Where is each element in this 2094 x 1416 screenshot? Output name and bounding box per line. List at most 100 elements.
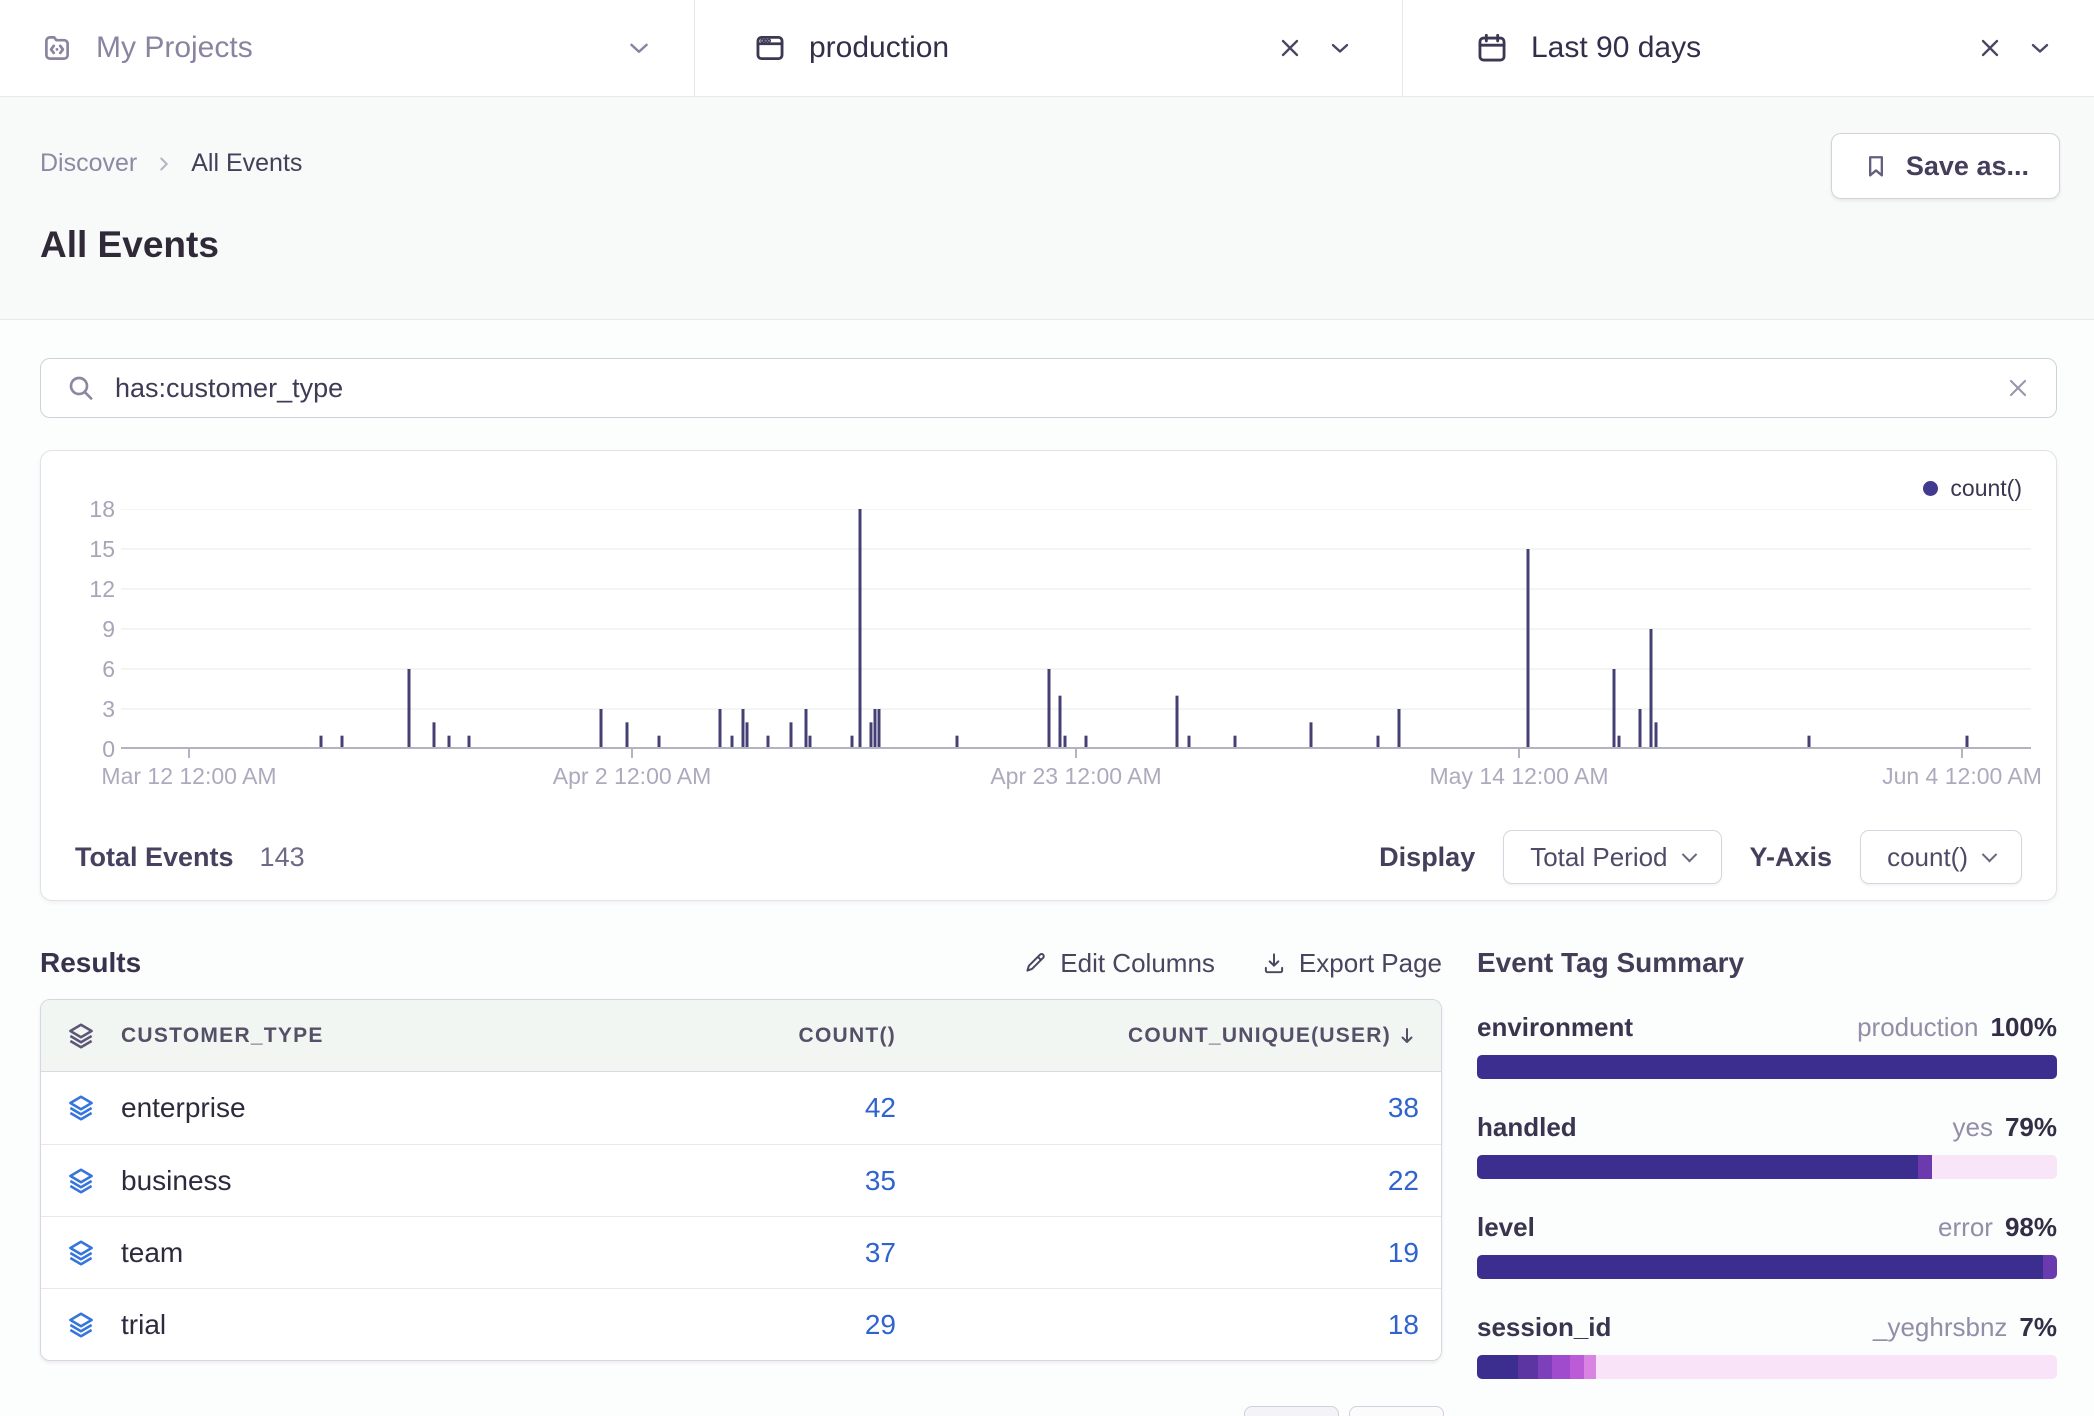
layers-icon <box>41 1310 121 1340</box>
tag-bar-segment[interactable] <box>1477 1355 1518 1379</box>
tag-bar-segment[interactable] <box>1570 1355 1585 1379</box>
window-icon <box>753 31 787 65</box>
tag-bar-segment[interactable] <box>1477 1155 1918 1179</box>
tag-bar-segment[interactable] <box>1538 1355 1553 1379</box>
y-axis-tick-label: 0 <box>63 736 115 762</box>
column-header-count[interactable]: COUNT() <box>556 1024 896 1048</box>
chevron-down-icon <box>1681 846 1697 862</box>
tag-bar-segment[interactable] <box>1477 1255 2043 1279</box>
tag-block-session_id: session_id _yeghrsbnz 7% <box>1477 1312 2057 1379</box>
tag-top-value: ido-react-hardware <box>1775 1412 1993 1416</box>
tag-top-value: error <box>1938 1212 1993 1243</box>
breadcrumb-current: All Events <box>191 149 302 178</box>
tag-percentage: 61% <box>2005 1412 2057 1416</box>
page-header: Discover All Events All Events Save as..… <box>0 97 2094 320</box>
x-axis-tick-label: Mar 12 12:00 AM <box>101 763 276 790</box>
edit-columns-button[interactable]: Edit Columns <box>1022 948 1215 979</box>
tag-top-value: _yeghrsbnz <box>1873 1312 2007 1343</box>
column-header-count-unique-label: COUNT_UNIQUE(USER) <box>1128 1024 1391 1048</box>
tag-percentage: 7% <box>2019 1312 2057 1343</box>
tag-bar-segment[interactable] <box>1477 1055 2057 1079</box>
table-row: business3522 <box>41 1144 1441 1216</box>
x-axis-tick-label: Jun 4 12:00 AM <box>1882 763 2042 790</box>
table-row: enterprise4238 <box>41 1072 1441 1144</box>
total-events-label: Total Events <box>75 842 234 873</box>
tag-bar-segment[interactable] <box>1584 1355 1596 1379</box>
tag-block-level: level error 98% <box>1477 1212 2057 1279</box>
breadcrumb-discover[interactable]: Discover <box>40 149 137 178</box>
cell-customer-type: trial <box>121 1309 556 1341</box>
layers-icon <box>41 1238 121 1268</box>
tag-block-environment: environmentproduction100% <box>1477 1012 2057 1079</box>
project-selector-label: My Projects <box>96 31 253 65</box>
cell-count[interactable]: 37 <box>556 1237 896 1269</box>
export-page-label: Export Page <box>1299 948 1442 979</box>
tag-bar-segment[interactable] <box>1918 1155 1933 1179</box>
search-bar <box>40 358 2057 418</box>
layers-icon <box>41 1021 121 1051</box>
tag-percentage: 100% <box>1991 1012 2058 1043</box>
search-input[interactable] <box>115 373 2004 404</box>
tag-percentage: 98% <box>2005 1212 2057 1243</box>
tag-bar-segment[interactable] <box>1596 1355 2057 1379</box>
y-axis-tick-label: 9 <box>63 616 115 642</box>
table-header-row: CUSTOMER_TYPE COUNT() COUNT_UNIQUE(USER) <box>41 1000 1441 1072</box>
date-range-selector[interactable]: Last 90 days <box>1402 0 2094 96</box>
cell-count-unique[interactable]: 22 <box>896 1165 1441 1197</box>
cell-count[interactable]: 35 <box>556 1165 896 1197</box>
save-as-button[interactable]: Save as... <box>1831 133 2060 199</box>
results-table: CUSTOMER_TYPE COUNT() COUNT_UNIQUE(USER)… <box>40 999 1442 1361</box>
export-page-button[interactable]: Export Page <box>1261 948 1442 979</box>
layers-icon <box>41 1166 121 1196</box>
y-axis-tick-label: 3 <box>63 696 115 722</box>
calendar-icon <box>1475 31 1509 65</box>
events-chart-panel: count() 0369121518 Mar 12 12:00 AMApr 2 … <box>40 450 2057 901</box>
tag-distribution-bar <box>1477 1055 2057 1079</box>
y-axis-dropdown[interactable]: count() <box>1860 830 2022 884</box>
cell-count-unique[interactable]: 38 <box>896 1092 1441 1124</box>
date-range-label: Last 90 days <box>1531 31 1701 65</box>
top-filter-bar: My Projects production <box>0 0 2094 97</box>
tag-distribution-bar <box>1477 1355 2057 1379</box>
environment-selector[interactable]: production <box>694 0 1402 96</box>
search-clear-icon[interactable] <box>2004 374 2032 402</box>
tag-name: session_id <box>1477 1312 1611 1343</box>
tag-summary-title: Event Tag Summary <box>1477 947 2057 979</box>
previous-page-button[interactable]: ‹ <box>1244 1406 1339 1416</box>
tag-name: project <box>1477 1412 1564 1416</box>
y-axis-tick-label: 12 <box>63 576 115 602</box>
table-row: trial2918 <box>41 1288 1441 1360</box>
cell-count[interactable]: 29 <box>556 1309 896 1341</box>
next-page-button[interactable]: › <box>1349 1406 1444 1416</box>
clear-date-icon[interactable] <box>1976 34 2004 62</box>
edit-columns-label: Edit Columns <box>1060 948 1215 979</box>
tag-name: level <box>1477 1212 1535 1243</box>
display-dropdown[interactable]: Total Period <box>1503 830 1721 884</box>
pagination: ‹ › <box>1244 1406 1444 1416</box>
y-axis-label: Y-Axis <box>1750 842 1833 873</box>
chart-plot-area[interactable] <box>121 509 2031 759</box>
display-label: Display <box>1379 842 1475 873</box>
x-axis-tick-label: Apr 23 12:00 AM <box>990 763 1161 790</box>
event-tag-summary: Event Tag Summary environmentproduction1… <box>1477 947 2057 1416</box>
tag-name: handled <box>1477 1112 1577 1143</box>
tag-distribution-bar <box>1477 1255 2057 1279</box>
cell-count-unique[interactable]: 18 <box>896 1309 1441 1341</box>
chart-legend[interactable]: count() <box>1923 475 2022 502</box>
chevron-down-icon[interactable] <box>1326 34 1354 62</box>
project-selector[interactable]: My Projects <box>0 0 694 96</box>
cell-count-unique[interactable]: 19 <box>896 1237 1441 1269</box>
tag-bar-segment[interactable] <box>2043 1255 2058 1279</box>
tag-percentage: 79% <box>2005 1112 2057 1143</box>
cell-count[interactable]: 42 <box>556 1092 896 1124</box>
breadcrumb-separator-icon <box>153 153 175 175</box>
tag-bar-segment[interactable] <box>1932 1155 2057 1179</box>
chevron-down-icon[interactable] <box>624 33 654 63</box>
clear-environment-icon[interactable] <box>1276 34 1304 62</box>
chevron-down-icon[interactable] <box>2026 34 2054 62</box>
column-header-customer-type[interactable]: CUSTOMER_TYPE <box>121 1024 556 1048</box>
column-header-count-unique[interactable]: COUNT_UNIQUE(USER) <box>896 1024 1441 1048</box>
tag-top-value: production <box>1857 1012 1978 1043</box>
tag-bar-segment[interactable] <box>1552 1355 1569 1379</box>
tag-bar-segment[interactable] <box>1518 1355 1538 1379</box>
